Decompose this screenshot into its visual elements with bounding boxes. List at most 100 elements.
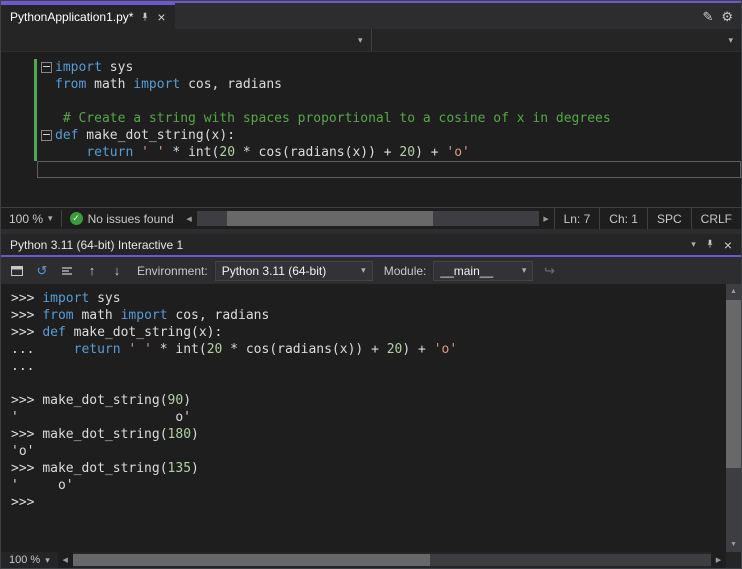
line-text: >>> make_dot_string(135)	[11, 460, 199, 477]
line-text: >>> make_dot_string(90)	[11, 392, 191, 409]
editor-code-line[interactable]: import sys	[1, 59, 741, 76]
code-token: 20	[206, 342, 223, 357]
line-text: >>> def make_dot_string(x):	[11, 324, 222, 341]
editor-code-line[interactable]: def make_dot_string(x):	[1, 127, 741, 144]
editor-code-line[interactable]: from math import cos, radians	[1, 76, 741, 93]
quick-actions-pencil-icon[interactable]: ✎	[702, 10, 713, 23]
status-indent-mode[interactable]: SPC	[646, 208, 691, 229]
pin-icon[interactable]	[705, 238, 715, 251]
repl-line[interactable]: >>> make_dot_string(180)	[11, 426, 725, 443]
line-margin	[1, 161, 34, 178]
reset-icon[interactable]: ↺	[33, 262, 51, 280]
line-content: import sys	[37, 59, 741, 76]
line-margin	[1, 76, 34, 93]
repl-line[interactable]: ' o'	[11, 409, 725, 426]
code-token: >>>	[11, 308, 43, 323]
repl-line[interactable]: >>> make_dot_string(135)	[11, 460, 725, 477]
line-text: >>> from math import cos, radians	[11, 307, 269, 324]
clear-screen-icon[interactable]	[58, 262, 76, 280]
navigation-dropdown-types[interactable]: ▾	[1, 29, 371, 51]
code-token: math	[86, 77, 134, 92]
code-token: ...	[11, 342, 43, 357]
outlining-margin[interactable]	[38, 62, 55, 73]
repl-vertical-scrollbar[interactable]: ▲ ▼	[726, 284, 741, 552]
scrollbar-thumb[interactable]	[726, 300, 741, 468]
scrollbar-thumb[interactable]	[72, 554, 431, 566]
document-health-indicator[interactable]: ✓ No issues found	[62, 208, 182, 229]
line-content	[37, 161, 741, 178]
code-token: >>>	[11, 393, 43, 408]
line-content	[37, 93, 741, 110]
line-text: >>>	[11, 494, 34, 511]
repl-zoom-control[interactable]: 100 % ▾	[1, 552, 58, 568]
repl-line[interactable]: ... return ' ' * int(20 * cos(radians(x)…	[11, 341, 725, 358]
environment-dropdown[interactable]: Python 3.11 (64-bit) ▾	[214, 260, 373, 281]
issues-label: No issues found	[87, 211, 174, 226]
module-dropdown[interactable]: __main__ ▾	[433, 260, 534, 281]
code-token: ) +	[402, 342, 434, 357]
repl-line[interactable]: ...	[11, 358, 725, 375]
scrollbar-track[interactable]	[72, 554, 711, 566]
code-token: ' '	[141, 145, 165, 160]
interactive-window-titlebar[interactable]: Python 3.11 (64-bit) Interactive 1 ▾ ×	[1, 234, 741, 255]
code-token: 180	[167, 427, 192, 442]
outlining-margin[interactable]	[38, 130, 55, 141]
code-editor[interactable]: import sys from math import cos, radians …	[1, 52, 741, 207]
code-token: sys	[89, 291, 121, 306]
scroll-left-icon[interactable]: ◀	[57, 552, 73, 568]
scroll-up-icon[interactable]: ▲	[726, 284, 741, 299]
status-line-ending[interactable]: CRLF	[690, 208, 741, 229]
code-token: make_dot_string(x):	[78, 128, 236, 143]
repl-line[interactable]: >>> from math import cos, radians	[11, 307, 725, 324]
scrollbar-track[interactable]	[196, 211, 539, 226]
line-text: import sys	[55, 59, 133, 76]
interactive-window-icon[interactable]	[8, 262, 26, 280]
repl-line[interactable]: ' o'	[11, 477, 725, 494]
code-token: 20	[386, 342, 403, 357]
scrollbar-thumb[interactable]	[227, 211, 433, 226]
settings-gear-icon[interactable]: ⚙	[721, 10, 733, 23]
line-text: >>> make_dot_string(180)	[11, 426, 199, 443]
collapse-minus-icon[interactable]	[41, 130, 52, 141]
navigation-dropdown-members[interactable]: ▾	[372, 29, 742, 51]
editor-code-line[interactable]: # Create a string with spaces proportion…	[1, 110, 741, 127]
interactive-repl[interactable]: >>> import sys >>> from math import cos, …	[1, 284, 741, 552]
editor-zoom-control[interactable]: 100 % ▾	[1, 208, 61, 229]
scroll-down-icon[interactable]: ▼	[726, 537, 741, 552]
scroll-right-icon[interactable]: ▶	[538, 208, 554, 229]
line-text: def make_dot_string(x):	[55, 127, 235, 144]
repl-line[interactable]: >>> def make_dot_string(x):	[11, 324, 725, 341]
pin-icon[interactable]	[140, 11, 150, 24]
collapse-minus-icon[interactable]	[41, 62, 52, 73]
repl-line[interactable]: >>> make_dot_string(90)	[11, 392, 725, 409]
close-window-icon[interactable]: ×	[724, 238, 732, 252]
editor-code-line[interactable]: return ' ' * int(20 * cos(radians(x)) + …	[1, 144, 741, 161]
editor-code-line[interactable]	[1, 161, 741, 178]
code-token: make_dot_string(x):	[65, 325, 223, 340]
window-menu-chevron-icon[interactable]: ▾	[691, 240, 696, 249]
zoom-value: 100 %	[9, 211, 44, 226]
redo-arrow-icon[interactable]: ↪	[540, 262, 558, 280]
line-text: ...	[11, 358, 34, 375]
repl-lines: >>> import sys >>> from math import cos, …	[11, 290, 725, 552]
repl-line[interactable]: 'o'	[11, 443, 725, 460]
check-circle-icon: ✓	[69, 212, 83, 225]
close-tab-icon[interactable]: ×	[157, 10, 165, 24]
scroll-right-icon[interactable]: ▶	[711, 552, 726, 568]
code-token: >>>	[11, 291, 43, 306]
history-next-icon[interactable]: ↓	[108, 262, 126, 280]
tab-pythonapplication1[interactable]: PythonApplication1.py* ×	[1, 3, 175, 29]
scroll-left-icon[interactable]: ◀	[181, 208, 197, 229]
editor-lines: import sys from math import cos, radians …	[1, 59, 741, 178]
chevron-down-icon: ▾	[357, 34, 363, 45]
document-well-actions: ✎ ⚙	[702, 3, 741, 29]
code-token: 'o'	[11, 444, 35, 459]
editor-code-line[interactable]	[1, 93, 741, 110]
repl-line[interactable]	[11, 375, 725, 392]
repl-line[interactable]: >>> import sys	[11, 290, 725, 307]
history-previous-icon[interactable]: ↑	[83, 262, 101, 280]
code-token: def	[55, 128, 79, 143]
repl-line[interactable]: >>>	[11, 494, 725, 511]
chevron-down-icon: ▾	[728, 34, 733, 45]
